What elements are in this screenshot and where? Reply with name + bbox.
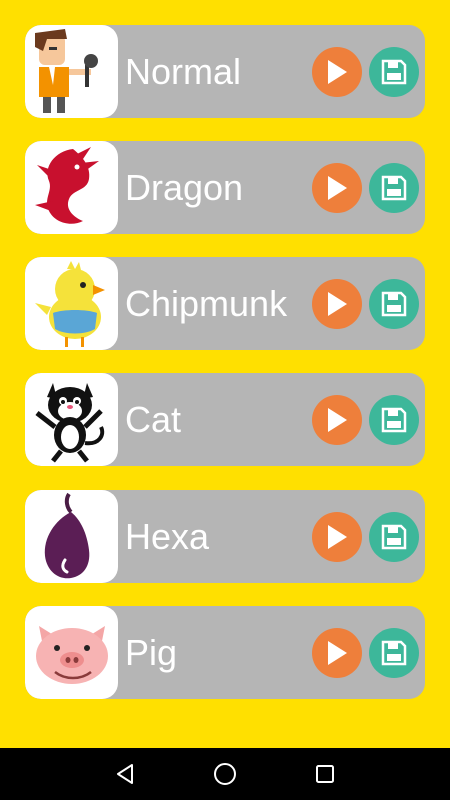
effect-list: Normal Dragon Chipmunk Cat Hexa Pig [0,0,450,748]
save-floppy-icon [381,524,407,550]
chick-icon [25,257,118,350]
effect-label: Hexa [125,516,210,557]
effect-label: Dragon [125,167,244,208]
effect-row-dragon[interactable]: Dragon [25,141,425,234]
save-floppy-icon [381,291,407,317]
back-triangle-icon [117,764,133,784]
save-floppy-icon [381,407,407,433]
effect-row-normal[interactable]: Normal [25,25,425,118]
man-with-microphone-icon [25,25,118,118]
effect-row-hexa[interactable]: Hexa [25,490,425,583]
save-button[interactable] [369,395,419,445]
recents-button[interactable] [295,748,355,800]
save-button[interactable] [369,47,419,97]
effect-label: Normal [125,51,242,92]
play-button[interactable] [312,395,362,445]
play-button[interactable] [312,628,362,678]
effect-row-cat[interactable]: Cat [25,373,425,466]
save-button[interactable] [369,628,419,678]
play-button[interactable] [312,47,362,97]
play-icon [328,408,347,432]
recents-square-icon [316,765,334,783]
play-button[interactable] [312,163,362,213]
play-icon [328,292,347,316]
play-icon [328,641,347,665]
effect-row-pig[interactable]: Pig [25,606,425,699]
back-button[interactable] [95,748,155,800]
effect-row-chipmunk[interactable]: Chipmunk [25,257,425,350]
cat-icon [25,373,118,466]
system-navigation-bar [0,748,450,800]
eggplant-icon [25,490,118,583]
effect-label: Cat [125,399,182,440]
save-button[interactable] [369,163,419,213]
save-button[interactable] [369,279,419,329]
pig-face-icon [25,606,118,699]
save-button[interactable] [369,512,419,562]
effect-label: Pig [125,632,178,673]
play-icon [328,525,347,549]
play-button[interactable] [312,279,362,329]
dragon-icon [25,141,118,234]
play-icon [328,176,347,200]
save-floppy-icon [381,640,407,666]
home-button[interactable] [195,748,255,800]
home-circle-icon [214,763,236,785]
play-icon [328,60,347,84]
effect-label: Chipmunk [125,283,288,324]
play-button[interactable] [312,512,362,562]
save-floppy-icon [381,175,407,201]
save-floppy-icon [381,59,407,85]
